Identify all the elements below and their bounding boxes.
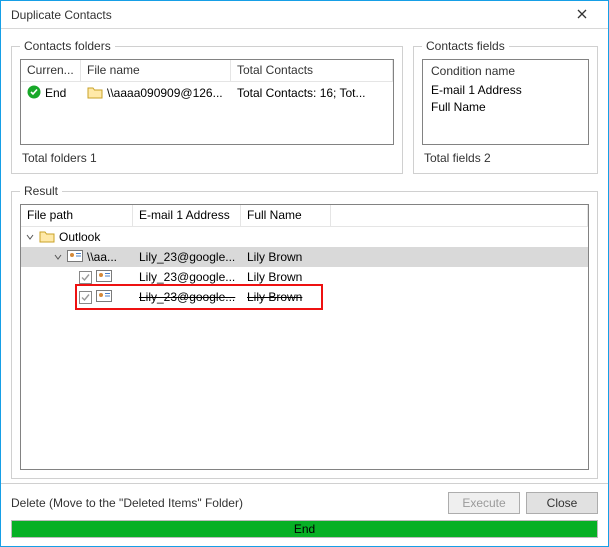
tree-node-subfolder[interactable]: \\aa... Lily_23@google... Lily Brown [21, 247, 588, 267]
contacts-fields-legend: Contacts fields [422, 39, 509, 53]
footer: Delete (Move to the "Deleted Items" Fold… [1, 483, 608, 546]
contact-card-icon [96, 289, 112, 306]
result-col-name[interactable]: Full Name [241, 205, 331, 226]
tree-node-item[interactable]: Lily_23@google... Lily Brown [21, 287, 588, 307]
checkbox[interactable] [79, 271, 92, 284]
progress-text: End [12, 521, 597, 537]
contact-card-icon [67, 249, 83, 266]
fields-summary: Total fields 2 [422, 145, 589, 165]
progress-bar: End [11, 520, 598, 538]
result-col-spare[interactable] [331, 205, 588, 226]
footer-action-label: Delete (Move to the "Deleted Items" Fold… [11, 496, 448, 510]
close-icon [577, 8, 587, 22]
folders-header-row: Curren... File name Total Contacts [21, 60, 393, 82]
cell-email: Lily_23@google... [139, 290, 235, 304]
chevron-down-icon[interactable] [25, 233, 35, 241]
fields-header: Condition name [431, 64, 580, 78]
tree-label: \\aa... [87, 250, 117, 264]
window-title: Duplicate Contacts [11, 8, 562, 22]
cell-email: Lily_23@google... [139, 270, 235, 284]
contact-card-icon [96, 269, 112, 286]
tree-node-item[interactable]: Lily_23@google... Lily Brown [21, 267, 588, 287]
tree-label: Outlook [59, 230, 100, 244]
title-bar: Duplicate Contacts [1, 1, 608, 29]
table-row[interactable]: End \\aaaa090909@126... Total Contacts: … [21, 82, 393, 104]
ok-icon [27, 85, 41, 102]
list-item[interactable]: E-mail 1 Address [431, 83, 580, 97]
contacts-folders-legend: Contacts folders [20, 39, 115, 53]
chevron-down-icon[interactable] [53, 253, 63, 261]
result-col-path[interactable]: File path [21, 205, 133, 226]
folder-filename: \\aaaa090909@126... [107, 86, 223, 100]
folder-icon [39, 229, 55, 246]
result-tree[interactable]: File path E-mail 1 Address Full Name O [20, 204, 589, 470]
folders-col-current[interactable]: Curren... [21, 60, 81, 81]
checkbox[interactable] [79, 291, 92, 304]
contacts-fields-group: Contacts fields Condition name E-mail 1 … [413, 39, 598, 174]
contacts-folders-group: Contacts folders Curren... File name Tot… [11, 39, 403, 174]
folders-col-total[interactable]: Total Contacts [231, 60, 393, 81]
cell-email: Lily_23@google... [139, 250, 235, 264]
cell-name: Lily Brown [247, 290, 302, 304]
cell-name: Lily Brown [247, 270, 302, 284]
cell-name: Lily Brown [247, 250, 302, 264]
tree-node-root[interactable]: Outlook [21, 227, 588, 247]
execute-button[interactable]: Execute [448, 492, 520, 514]
folders-summary: Total folders 1 [20, 145, 394, 165]
close-button[interactable]: Close [526, 492, 598, 514]
folders-table[interactable]: Curren... File name Total Contacts End [20, 59, 394, 145]
folder-totals: Total Contacts: 16; Tot... [237, 86, 366, 100]
result-header-row: File path E-mail 1 Address Full Name [21, 205, 588, 227]
close-window-button[interactable] [562, 1, 602, 28]
result-legend: Result [20, 184, 62, 198]
folders-col-filename[interactable]: File name [81, 60, 231, 81]
folder-icon [87, 85, 103, 102]
fields-list[interactable]: Condition name E-mail 1 Address Full Nam… [422, 59, 589, 145]
folder-status: End [45, 86, 66, 100]
result-col-email[interactable]: E-mail 1 Address [133, 205, 241, 226]
list-item[interactable]: Full Name [431, 100, 580, 114]
result-group: Result File path E-mail 1 Address Full N… [11, 184, 598, 479]
